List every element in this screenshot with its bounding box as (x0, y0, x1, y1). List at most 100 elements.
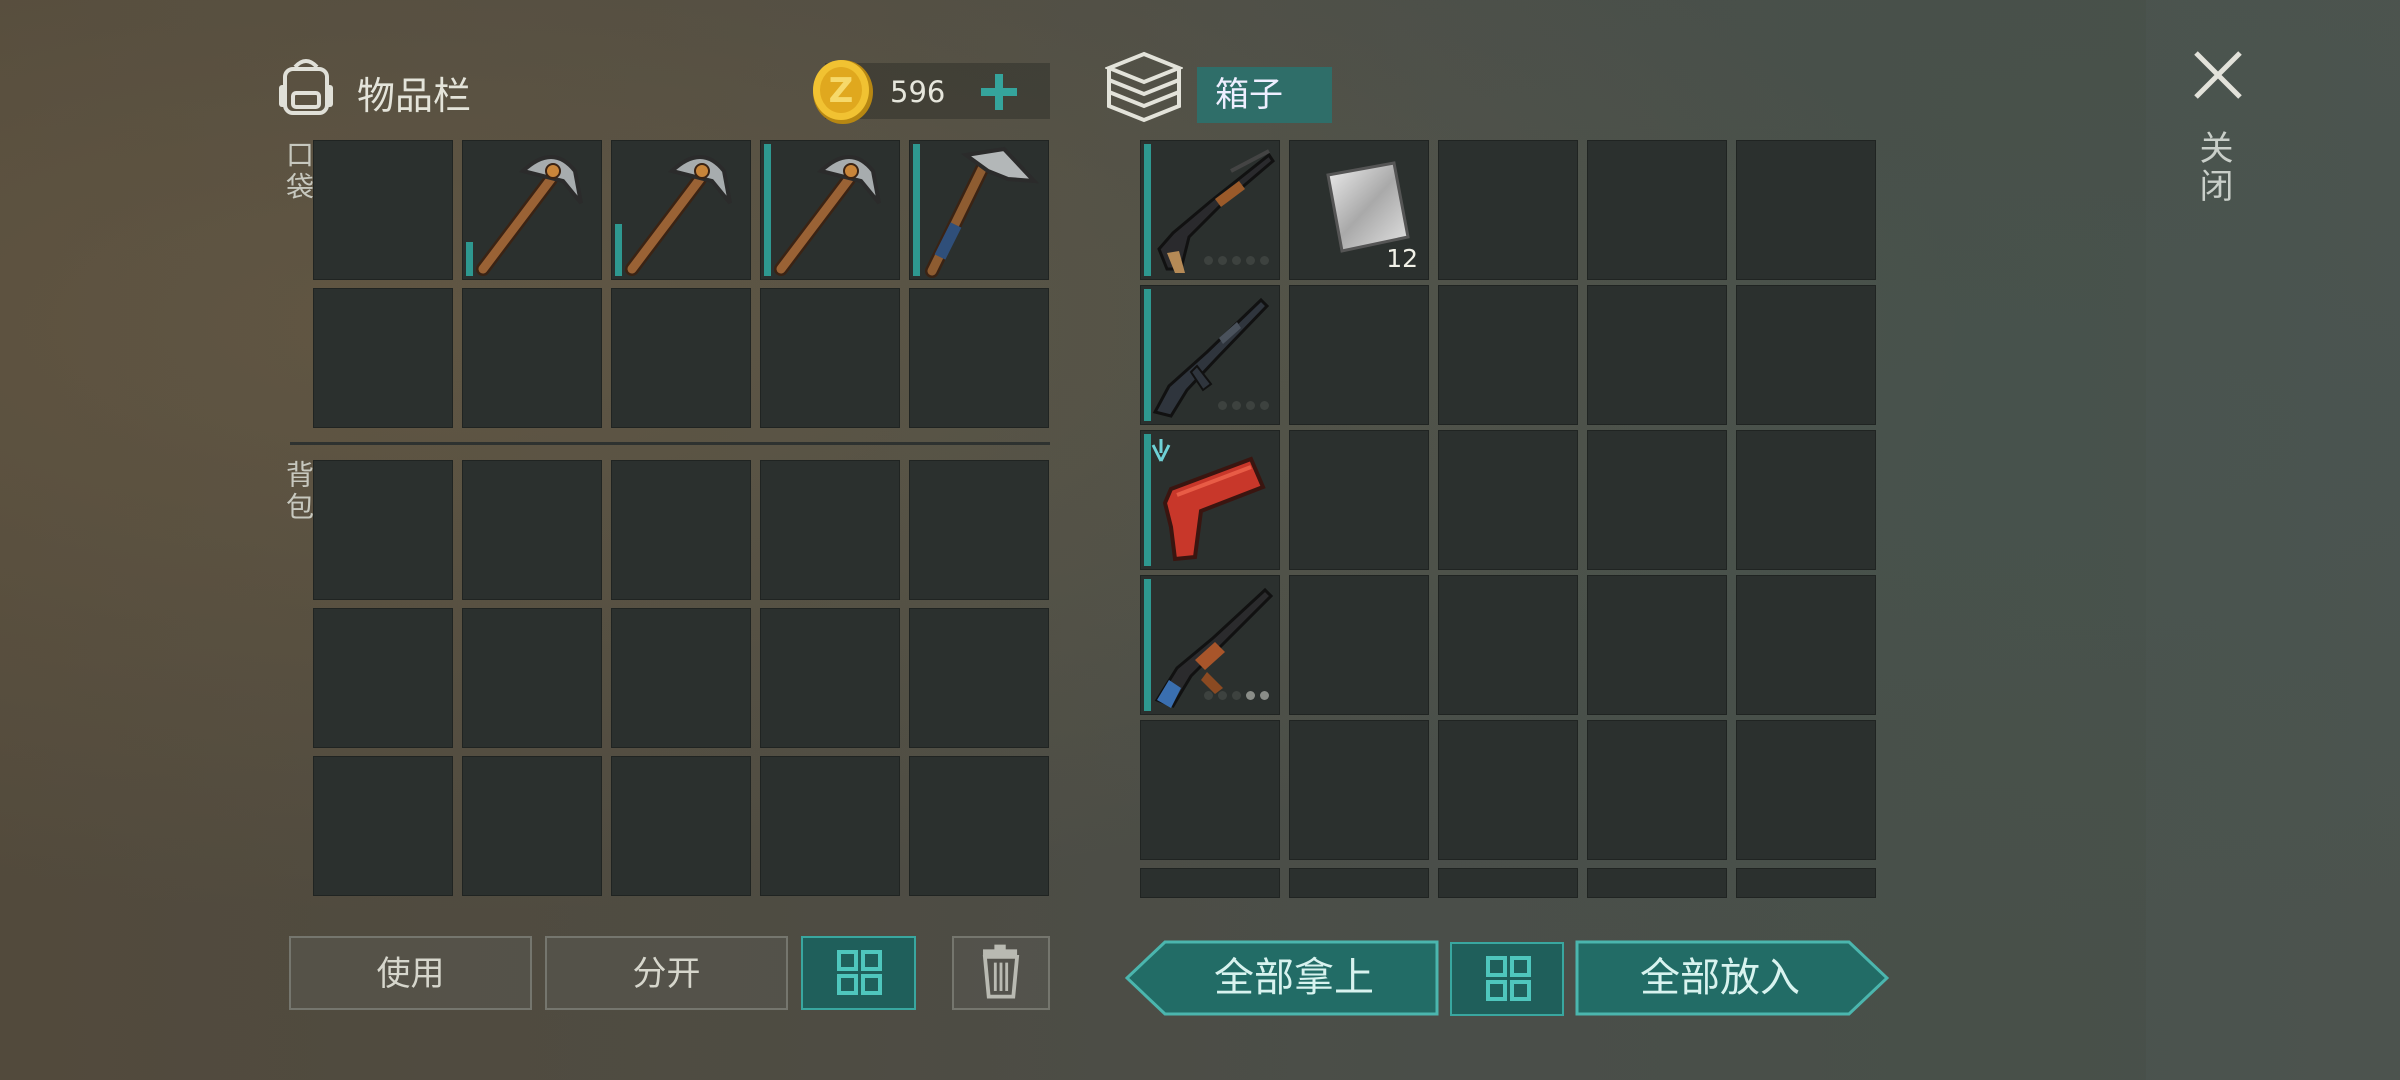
delete-button[interactable] (952, 936, 1050, 1010)
attachment-dots (1204, 256, 1269, 265)
dot (1246, 401, 1255, 410)
box-slot[interactable] (1736, 430, 1876, 570)
flare-gun-icon (1151, 439, 1266, 562)
dot (1232, 691, 1241, 700)
dot (1232, 256, 1241, 265)
pocket-slot-empty[interactable] (760, 288, 900, 428)
box-slot[interactable] (1438, 285, 1578, 425)
box-slot[interactable] (1587, 285, 1727, 425)
pocket-label: 口袋 (282, 140, 315, 204)
backpack-slot[interactable] (760, 460, 900, 600)
section-divider (290, 442, 1050, 445)
pocket-slot-empty[interactable] (313, 288, 453, 428)
dot (1218, 401, 1227, 410)
backpack-slot[interactable] (462, 460, 602, 600)
close-icon[interactable] (2188, 45, 2248, 105)
dot (1246, 691, 1255, 700)
box-slot-shotgun[interactable] (1140, 140, 1280, 280)
box-sort-button[interactable] (1450, 942, 1564, 1016)
box-slot[interactable] (1587, 430, 1727, 570)
box-slot[interactable] (1587, 868, 1727, 898)
backpack-slot[interactable] (313, 460, 453, 600)
coin-amount: 596 (890, 75, 946, 109)
backpack-slot[interactable] (611, 608, 751, 748)
backpack-slot[interactable] (760, 608, 900, 748)
put-all-button[interactable]: 全部放入 (1575, 940, 1889, 1016)
take-all-label: 全部拿上 (1214, 955, 1374, 1001)
stone-pickaxe-icon (476, 155, 583, 276)
attachment-dots (1204, 691, 1269, 700)
take-all-button[interactable]: 全部拿上 (1125, 940, 1439, 1016)
box-slot[interactable] (1438, 720, 1578, 860)
close-label[interactable]: 关闭 (2193, 130, 2238, 206)
backpack-slot[interactable] (313, 608, 453, 748)
split-button[interactable]: 分开 (545, 936, 788, 1010)
inventory-title: 物品栏 (357, 74, 472, 118)
put-all-label: 全部放入 (1640, 955, 1800, 1001)
dot (1260, 256, 1269, 265)
backpack-slot[interactable] (909, 460, 1049, 600)
box-slot[interactable] (1438, 430, 1578, 570)
box-slot[interactable] (1736, 868, 1876, 898)
backpack-slot[interactable] (611, 756, 751, 896)
dot (1204, 691, 1213, 700)
item-quantity: 12 (1386, 244, 1418, 273)
attachment-dots (1218, 401, 1269, 410)
backpack-icon (279, 59, 333, 115)
grid-sort-icon (1486, 956, 1531, 1001)
box-header: 箱子 (1105, 50, 1395, 130)
box-slot[interactable] (1140, 868, 1280, 898)
pocket-slot-empty[interactable] (909, 288, 1049, 428)
box-slot[interactable] (1289, 430, 1429, 570)
svg-text:Z: Z (829, 71, 854, 111)
backpack-slot[interactable] (760, 756, 900, 896)
box-slot[interactable] (1736, 720, 1876, 860)
box-slot-m16[interactable] (1140, 285, 1280, 425)
box-slot[interactable] (1289, 868, 1429, 898)
box-slot[interactable] (1438, 140, 1578, 280)
inventory-header: 物品栏 Z 596 (275, 55, 1050, 135)
box-stack-icon (1105, 51, 1183, 123)
pocket-slot-empty[interactable] (462, 288, 602, 428)
backpack-slot[interactable] (909, 608, 1049, 748)
box-slot[interactable] (1736, 140, 1876, 280)
box-slot[interactable] (1587, 575, 1727, 715)
box-slot[interactable] (1587, 720, 1727, 860)
backpack-slot[interactable] (611, 460, 751, 600)
right-panel-background (2146, 0, 2400, 1080)
add-coins-button[interactable] (975, 68, 1023, 116)
box-slot[interactable] (1736, 285, 1876, 425)
box-slot[interactable] (1289, 285, 1429, 425)
box-slot[interactable] (1289, 720, 1429, 860)
iron-hammer-icon (925, 146, 1039, 278)
pocket-slot-empty[interactable] (313, 140, 453, 280)
stone-pickaxe-icon (774, 155, 881, 276)
backpack-slot[interactable] (313, 756, 453, 896)
pocket-slot-empty[interactable] (611, 288, 751, 428)
box-slot-metal-plate[interactable]: 12 (1289, 140, 1429, 280)
pocket-slot-hammer[interactable] (909, 140, 1049, 280)
box-slot[interactable] (1140, 720, 1280, 860)
box-slot[interactable] (1438, 575, 1578, 715)
coin-counter: Z 596 (813, 60, 1050, 124)
backpack-label: 背包 (282, 460, 315, 524)
box-slot-ak[interactable] (1140, 575, 1280, 715)
dot (1218, 256, 1227, 265)
backpack-slot[interactable] (909, 756, 1049, 896)
box-slot[interactable] (1289, 575, 1429, 715)
trash-icon (982, 944, 1020, 999)
box-slot[interactable] (1438, 868, 1578, 898)
stone-pickaxe-icon (625, 155, 732, 276)
pocket-slot-pickaxe[interactable] (462, 140, 602, 280)
use-button[interactable]: 使用 (289, 936, 532, 1010)
box-tab[interactable]: 箱子 (1197, 67, 1332, 123)
sort-button[interactable] (801, 936, 916, 1010)
pocket-slot-pickaxe[interactable] (611, 140, 751, 280)
pocket-slot-pickaxe[interactable] (760, 140, 900, 280)
box-slot[interactable] (1736, 575, 1876, 715)
box-slot-flare-gun[interactable] (1140, 430, 1280, 570)
box-slot[interactable] (1587, 140, 1727, 280)
backpack-slot[interactable] (462, 756, 602, 896)
grid-sort-icon (837, 950, 882, 995)
backpack-slot[interactable] (462, 608, 602, 748)
